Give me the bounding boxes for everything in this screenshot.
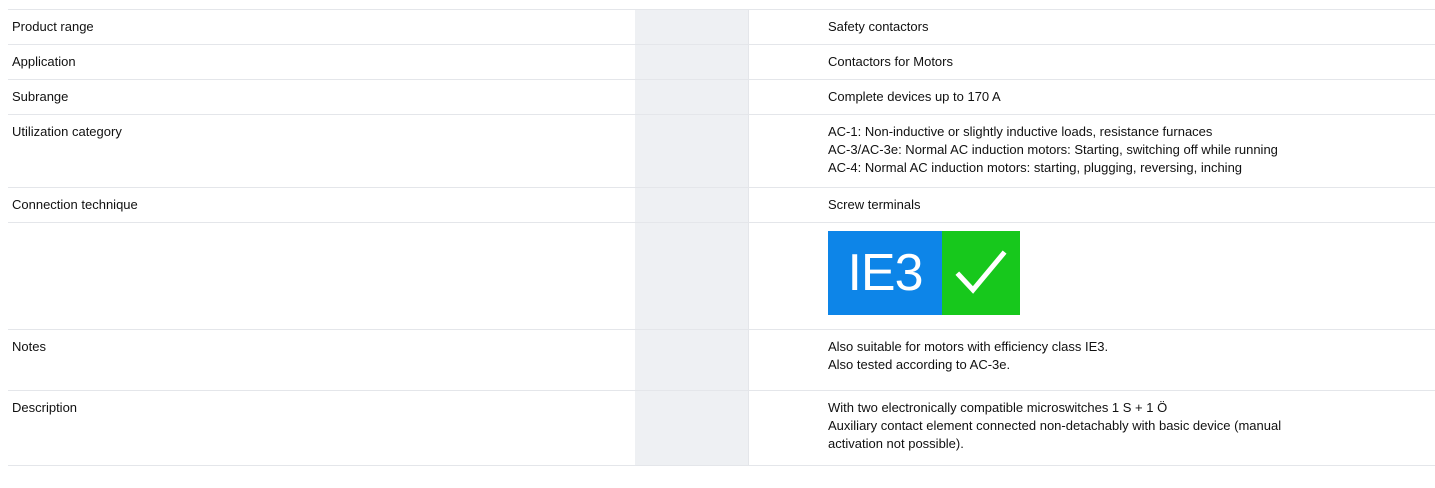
spec-value-line: Screw terminals	[828, 197, 921, 212]
spacer-cell	[748, 114, 824, 188]
spec-label: Connection technique	[8, 187, 635, 223]
shaded-spacer-cell	[635, 390, 749, 466]
spec-row-notes: Notes Also suitable for motors with effi…	[8, 329, 1435, 391]
spacer-cell	[748, 187, 824, 223]
spec-value-line: Also suitable for motors with efficiency…	[828, 339, 1109, 354]
spec-value-line: activation not possible).	[828, 436, 964, 451]
spec-value: Contactors for Motors	[824, 44, 1435, 80]
spec-label: Notes	[8, 329, 635, 391]
shaded-spacer-cell	[635, 187, 749, 223]
spec-value: Screw terminals	[824, 187, 1435, 223]
shaded-spacer-cell	[635, 114, 749, 188]
shaded-spacer-cell	[635, 9, 749, 45]
checkmark-glyph	[955, 250, 1007, 294]
spec-row-application: Application Contactors for Motors	[8, 44, 1435, 80]
spec-row-subrange: Subrange Complete devices up to 170 A	[8, 79, 1435, 115]
spec-value-line: Also tested according to AC-3e.	[828, 357, 1011, 372]
shaded-spacer-cell	[635, 222, 749, 330]
spacer-cell	[748, 222, 824, 330]
specification-table: Product range Safety contactors Applicat…	[8, 9, 1435, 466]
spec-value-line: AC-3/AC-3e: Normal AC induction motors: …	[828, 142, 1278, 157]
spacer-cell	[748, 329, 824, 391]
spec-value: Safety contactors	[824, 9, 1435, 45]
checkmark-icon	[942, 231, 1020, 315]
spec-row-utilization-category: Utilization category AC-1: Non-inductive…	[8, 114, 1435, 188]
spacer-cell	[748, 390, 824, 466]
spec-label: Utilization category	[8, 114, 635, 188]
spec-value-line: With two electronically compatible micro…	[828, 400, 1168, 415]
spec-row-connection-technique: Connection technique Screw terminals	[8, 187, 1435, 223]
spacer-cell	[748, 79, 824, 115]
ie3-efficiency-badge: IE3	[828, 231, 1020, 315]
spec-value: With two electronically compatible micro…	[824, 390, 1435, 466]
spec-value: IE3	[824, 222, 1435, 330]
spec-label: Description	[8, 390, 635, 466]
spec-row-ie3-badge: IE3	[8, 222, 1435, 330]
spec-row-description: Description With two electronically comp…	[8, 390, 1435, 466]
spec-value: Also suitable for motors with efficiency…	[824, 329, 1435, 391]
spacer-cell	[748, 9, 824, 45]
spec-page: Product range Safety contactors Applicat…	[0, 0, 1435, 488]
spec-value-line: Safety contactors	[828, 19, 929, 34]
shaded-spacer-cell	[635, 329, 749, 391]
spec-label: Subrange	[8, 79, 635, 115]
spec-label: Product range	[8, 9, 635, 45]
spec-label-empty	[8, 222, 635, 330]
shaded-spacer-cell	[635, 79, 749, 115]
spec-value-line: Complete devices up to 170 A	[828, 89, 1001, 104]
spec-row-product-range: Product range Safety contactors	[8, 9, 1435, 45]
spec-value: Complete devices up to 170 A	[824, 79, 1435, 115]
spec-value-line: Auxiliary contact element connected non-…	[828, 418, 1282, 433]
spec-value-line: AC-1: Non-inductive or slightly inductiv…	[828, 124, 1213, 139]
spacer-cell	[748, 44, 824, 80]
spec-value: AC-1: Non-inductive or slightly inductiv…	[824, 114, 1435, 188]
spec-value-line: AC-4: Normal AC induction motors: starti…	[828, 160, 1243, 175]
spec-label: Application	[8, 44, 635, 80]
spec-value-line: Contactors for Motors	[828, 54, 953, 69]
ie3-badge-text: IE3	[828, 231, 942, 315]
shaded-spacer-cell	[635, 44, 749, 80]
